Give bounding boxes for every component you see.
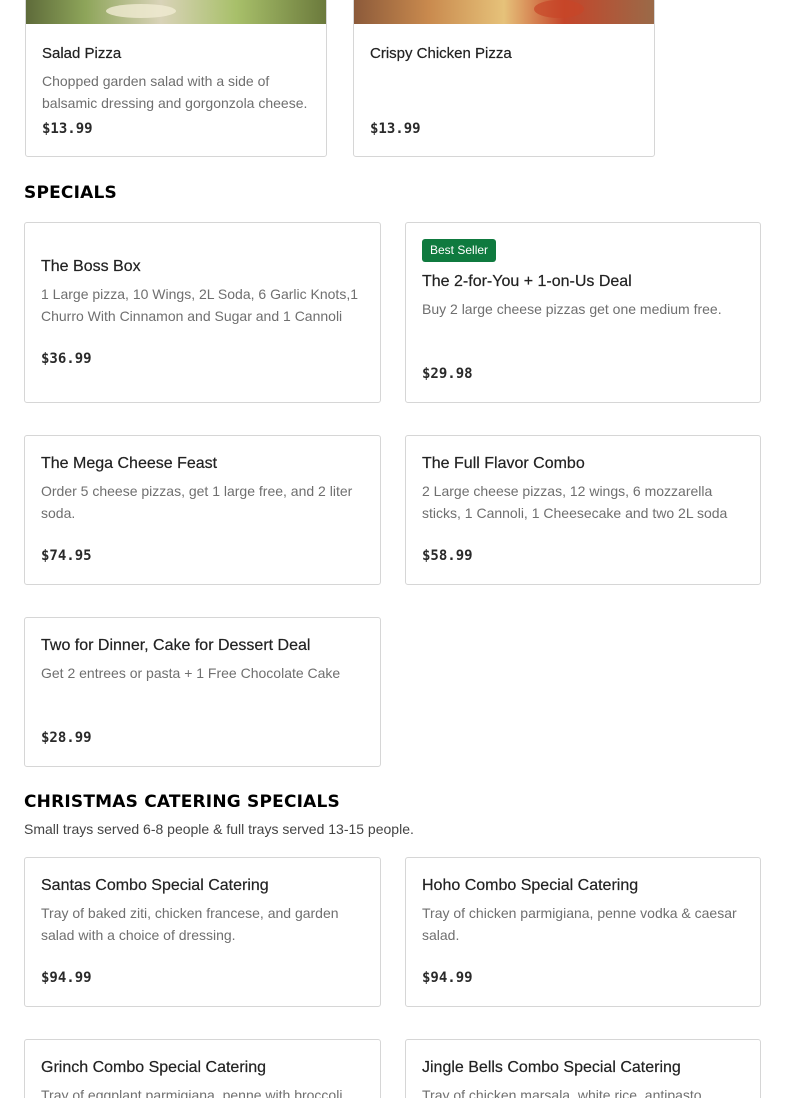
menu-item-description: Order 5 cheese pizzas, get 1 large free,… — [41, 483, 353, 521]
menu-item-name: Jingle Bells Combo Special Catering — [422, 1059, 681, 1076]
menu-item-name: Salad Pizza — [42, 45, 122, 62]
crispy-chicken-pizza-image — [354, 0, 654, 24]
menu-item-description: Tray of chicken marsala, white rice, ant… — [422, 1087, 702, 1098]
menu-item-description: 2 Large cheese pizzas, 12 wings, 6 mozza… — [422, 483, 728, 521]
menu-item-description: Chopped garden salad with a side of bals… — [42, 73, 308, 111]
section-heading-specials: SPECIALS — [24, 183, 117, 203]
menu-item-name: Santas Combo Special Catering — [41, 877, 269, 894]
menu-item-price: $74.95 — [41, 548, 92, 564]
salad-pizza-image — [26, 0, 326, 24]
menu-item-price: $13.99 — [370, 121, 421, 137]
menu-item-price: $29.98 — [422, 366, 473, 382]
menu-item-name: Crispy Chicken Pizza — [370, 45, 512, 62]
menu-item-description: Tray of baked ziti, chicken francese, an… — [41, 905, 339, 943]
menu-item-description: Tray of eggplant parmigiana, penne with … — [41, 1087, 343, 1098]
menu-item-card[interactable]: Santas Combo Special Catering Tray of ba… — [24, 857, 381, 1007]
menu-item-name: Grinch Combo Special Catering — [41, 1059, 266, 1076]
menu-item-description: Get 2 entrees or pasta + 1 Free Chocolat… — [41, 665, 341, 681]
menu-item-card[interactable]: Two for Dinner, Cake for Dessert Deal Ge… — [24, 617, 381, 767]
menu-item-price: $58.99 — [422, 548, 473, 564]
menu-item-price: $13.99 — [42, 121, 93, 137]
menu-item-name: The 2-for-You + 1-on-Us Deal — [422, 273, 632, 290]
menu-item-card[interactable]: Best Seller The 2-for-You + 1-on-Us Deal… — [405, 222, 761, 403]
menu-item-name: The Mega Cheese Feast — [41, 455, 218, 472]
menu-item-card[interactable]: The Boss Box 1 Large pizza, 10 Wings, 2L… — [24, 222, 381, 403]
menu-item-card[interactable]: Grinch Combo Special Catering Tray of eg… — [24, 1039, 381, 1098]
menu-item-card[interactable]: Hoho Combo Special Catering Tray of chic… — [405, 857, 761, 1007]
best-seller-badge: Best Seller — [422, 239, 497, 262]
menu-item-price: $94.99 — [41, 970, 92, 986]
menu-item-card[interactable]: Jingle Bells Combo Special Catering Tray… — [405, 1039, 761, 1098]
menu-item-card[interactable]: The Full Flavor Combo 2 Large cheese piz… — [405, 435, 761, 585]
section-heading-christmas-catering: CHRISTMAS CATERING SPECIALS — [24, 792, 340, 812]
menu-item-name: Two for Dinner, Cake for Dessert Deal — [41, 637, 311, 654]
menu-item-name: Hoho Combo Special Catering — [422, 877, 639, 894]
menu-item-description: 1 Large pizza, 10 Wings, 2L Soda, 6 Garl… — [41, 286, 358, 324]
menu-item-price: $94.99 — [422, 970, 473, 986]
menu-item-price: $28.99 — [41, 730, 92, 746]
section-subtitle: Small trays served 6-8 people & full tra… — [24, 821, 414, 837]
menu-item-name: The Boss Box — [41, 258, 141, 275]
menu-item-description: Tray of chicken parmigiana, penne vodka … — [422, 905, 737, 943]
menu-item-price: $36.99 — [41, 351, 92, 367]
menu-item-card-salad-pizza[interactable]: Salad Pizza Chopped garden salad with a … — [25, 0, 327, 157]
menu-item-name: The Full Flavor Combo — [422, 455, 585, 472]
menu-item-card[interactable]: The Mega Cheese Feast Order 5 cheese piz… — [24, 435, 381, 585]
menu-item-card-crispy-chicken-pizza[interactable]: Crispy Chicken Pizza $13.99 — [353, 0, 655, 157]
menu-item-description: Buy 2 large cheese pizzas get one medium… — [422, 301, 722, 317]
